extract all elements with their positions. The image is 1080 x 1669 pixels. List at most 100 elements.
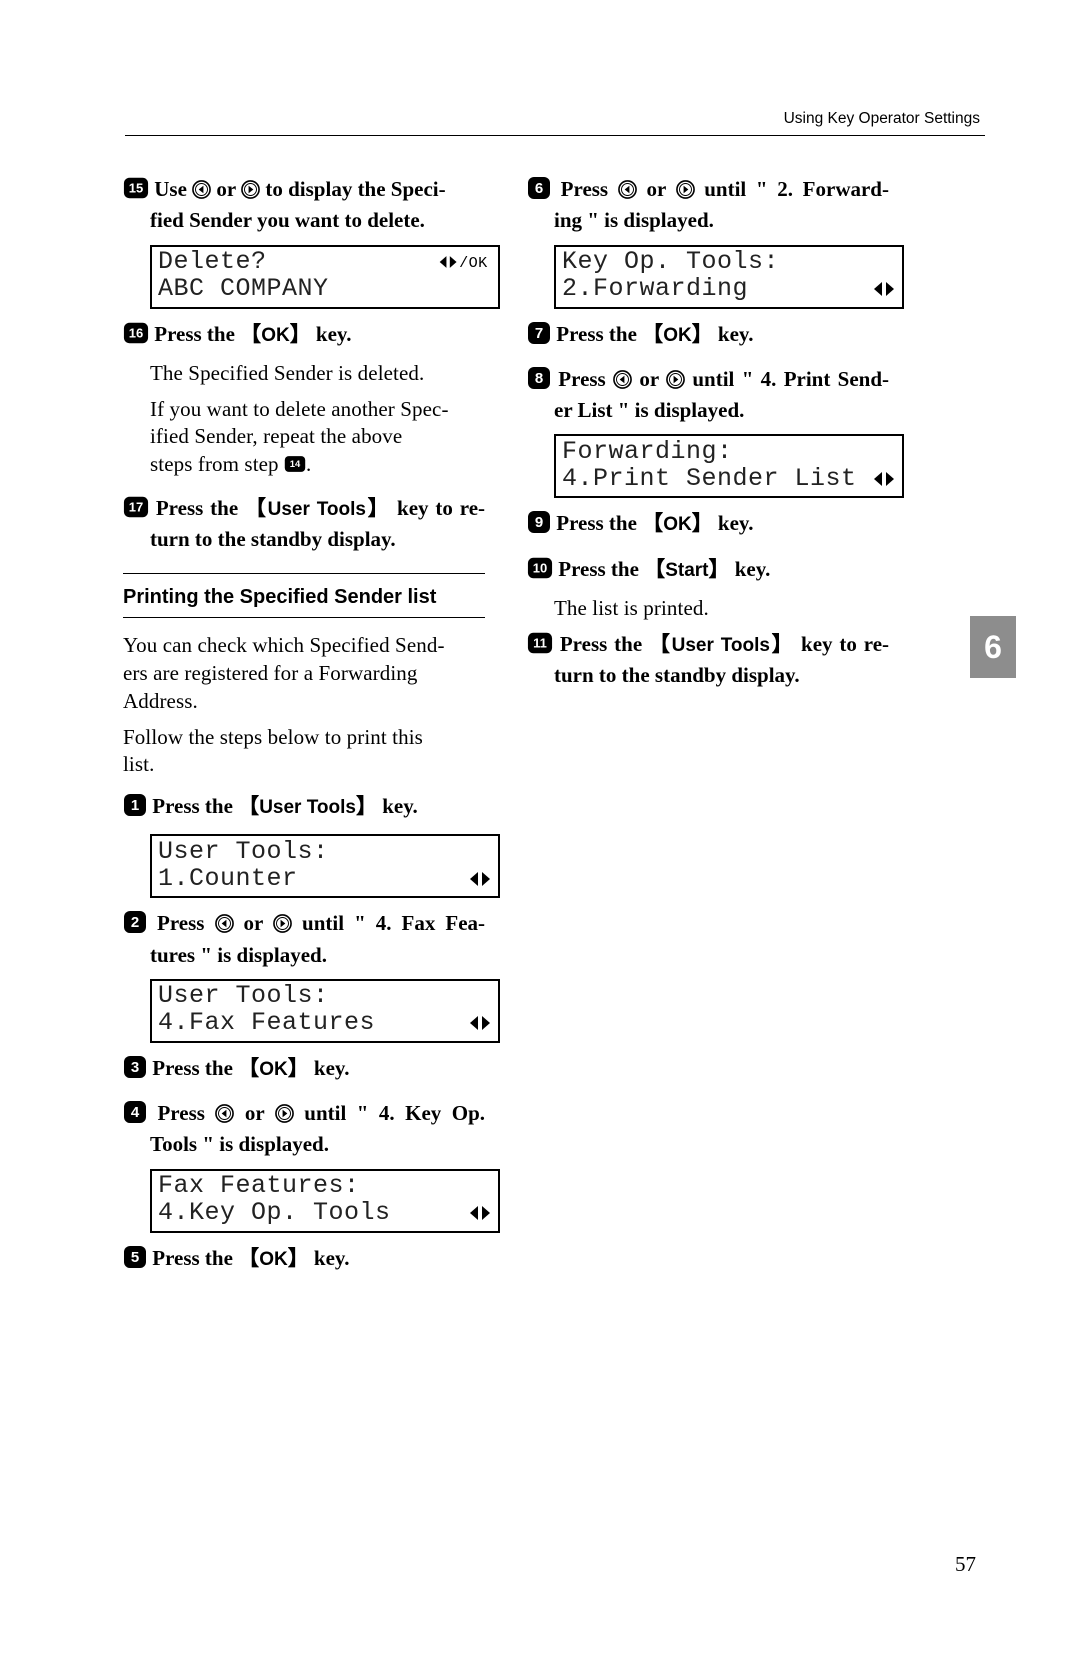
- step-10-b: 】 key.: [708, 557, 770, 581]
- step-marker-2: 2: [123, 910, 147, 941]
- step-7-b: 】 key.: [692, 322, 754, 346]
- step-marker-8: 8: [527, 366, 551, 397]
- step-16-body2: If you want to delete another Spec- ifie…: [150, 396, 485, 481]
- step-11-c: turn to the standby display.: [554, 662, 889, 689]
- step-4-a: Press: [157, 1101, 215, 1125]
- step-4-c: until " 4. Key Op.: [294, 1101, 485, 1125]
- step-4-d: Tools " is displayed.: [150, 1131, 485, 1158]
- step-6-c: until " 2. Forward-: [695, 177, 889, 201]
- step-15-text-c: to display the Speci-: [260, 177, 446, 201]
- step-15-text-a: Use: [154, 177, 192, 201]
- lcd-line: User Tools:: [158, 838, 329, 866]
- lcd-line: User Tools:: [158, 982, 329, 1010]
- step-15-text-b: or: [211, 177, 241, 201]
- lcd-line: Key Op. Tools:: [562, 248, 779, 276]
- step-marker-10: 10: [527, 556, 553, 587]
- step-4-b: or: [234, 1101, 274, 1125]
- header-rule: [125, 135, 985, 136]
- svg-text:3: 3: [131, 1059, 139, 1076]
- lcd-lr-icon: [468, 870, 492, 888]
- step-17-a: Press the 【: [156, 496, 268, 520]
- step-2-d: tures " is displayed.: [150, 942, 485, 969]
- lcd-line: ABC COMPANY: [158, 275, 329, 303]
- intro-1: You can check which Specified Send- ers …: [123, 632, 485, 715]
- start-key: Start: [665, 560, 708, 581]
- svg-text:2: 2: [131, 914, 139, 931]
- step-3-b: 】 key.: [288, 1056, 350, 1080]
- step-8-b: or: [632, 367, 666, 391]
- lcd-lr-ok-icon: [438, 253, 492, 271]
- step-16-body1: The Specified Sender is deleted.: [150, 360, 485, 388]
- step-2-c: until " 4. Fax Fea-: [292, 911, 485, 935]
- lcd-fax-features: User Tools: 4.Fax Features: [150, 979, 500, 1043]
- lcd-forwarding: Key Op. Tools: 2.Forwarding: [554, 245, 904, 309]
- step-17-c: turn to the standby display.: [150, 526, 485, 553]
- lcd-line: 4.Print Sender List: [562, 465, 857, 493]
- lcd-line: 4.Fax Features: [158, 1009, 375, 1037]
- right-arrow-icon: [676, 180, 695, 199]
- step-8-a: Press: [558, 367, 613, 391]
- lcd-lr-icon: [872, 280, 896, 298]
- step-16-a: Press the 【: [154, 322, 261, 346]
- svg-text:9: 9: [535, 514, 543, 531]
- running-header: Using Key Operator Settings: [784, 110, 980, 128]
- svg-text:10: 10: [533, 560, 547, 575]
- step-ref-14: 14: [284, 454, 306, 478]
- lcd-lr-icon: [468, 1014, 492, 1032]
- lcd-user-tools-counter: User Tools: 1.Counter: [150, 834, 500, 898]
- svg-text:11: 11: [533, 635, 547, 650]
- step-5-a: Press the 【: [152, 1246, 259, 1270]
- lcd-line: Fax Features:: [158, 1172, 360, 1200]
- step-10-a: Press the 【: [558, 557, 665, 581]
- lcd-lr-icon: [872, 470, 896, 488]
- ok-key: OK: [663, 325, 692, 346]
- step-2-b: or: [234, 911, 274, 935]
- svg-text:8: 8: [535, 370, 543, 387]
- svg-text:5: 5: [131, 1249, 139, 1266]
- ok-key: OK: [259, 1249, 288, 1270]
- lcd-key-op-tools: Fax Features: 4.Key Op. Tools: [150, 1169, 500, 1233]
- step-17-b: 】 key to re-: [366, 496, 485, 520]
- step-marker-16: 16: [123, 321, 149, 352]
- lcd-lr-icon: [468, 1204, 492, 1222]
- chapter-tab: 6: [970, 616, 1016, 678]
- ok-key: OK: [259, 1059, 288, 1080]
- step-3-a: Press the 【: [152, 1056, 259, 1080]
- step-marker-6: 6: [527, 176, 551, 207]
- step-6-b: or: [637, 177, 676, 201]
- step-marker-11: 11: [527, 631, 553, 662]
- step-marker-17: 17: [123, 495, 149, 526]
- step-8-d: er List " is displayed.: [554, 397, 889, 424]
- lcd-line: 4.Key Op. Tools: [158, 1199, 391, 1227]
- lcd-delete: Delete? ABC COMPANY: [150, 245, 500, 309]
- step-1-b: 】 key.: [356, 794, 418, 818]
- svg-text:15: 15: [129, 181, 143, 196]
- user-tools-key: User Tools: [259, 797, 356, 818]
- lcd-line: 2.Forwarding: [562, 275, 748, 303]
- step-8-c: until " 4. Print Send-: [685, 367, 889, 391]
- svg-text:16: 16: [129, 325, 143, 340]
- ok-key: OK: [261, 325, 290, 346]
- step-marker-1: 1: [123, 793, 147, 824]
- intro-2: Follow the steps below to print this lis…: [123, 724, 485, 779]
- step-10-body: The list is printed.: [554, 595, 889, 623]
- lcd-line: Delete?: [158, 248, 267, 276]
- left-arrow-icon: [618, 180, 637, 199]
- step-2-a: Press: [157, 911, 214, 935]
- lcd-line: 1.Counter: [158, 865, 298, 893]
- step-5-b: 】 key.: [288, 1246, 350, 1270]
- step-marker-4: 4: [123, 1100, 147, 1131]
- svg-text:6: 6: [535, 180, 543, 197]
- left-arrow-icon: [613, 370, 632, 389]
- manual-page: Using Key Operator Settings 6 15 Use or …: [0, 0, 1080, 1669]
- step-7-a: Press the 【: [556, 322, 663, 346]
- step-15-text-d: fied Sender you want to delete.: [150, 207, 485, 234]
- step-6-d: ing " is displayed.: [554, 207, 889, 234]
- step-marker-3: 3: [123, 1055, 147, 1086]
- svg-text:1: 1: [131, 797, 139, 814]
- step-marker-5: 5: [123, 1245, 147, 1276]
- right-arrow-icon: [273, 914, 292, 933]
- subheading-print-list: Printing the Specified Sender list: [123, 573, 485, 618]
- page-number: 57: [955, 1552, 976, 1577]
- svg-text:17: 17: [129, 499, 143, 514]
